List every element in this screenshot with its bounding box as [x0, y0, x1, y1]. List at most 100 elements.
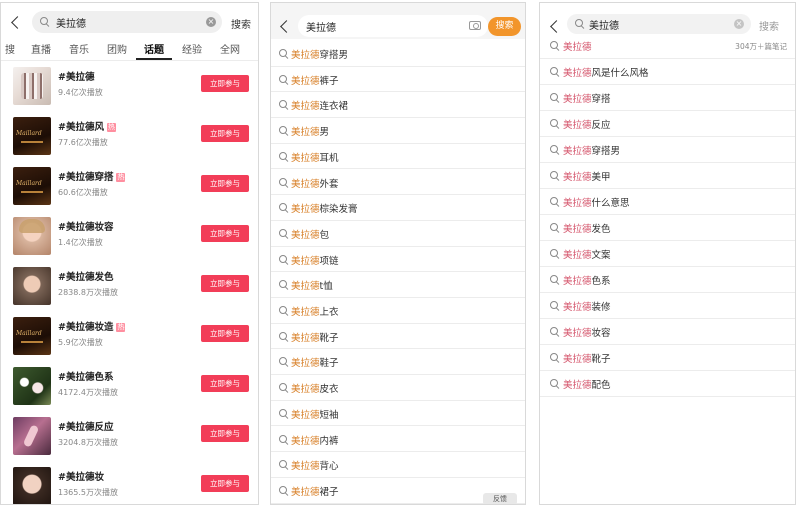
suggestion-keyword: 美拉德 [563, 68, 592, 79]
suggestion-text: 美拉德连衣裙 [291, 98, 348, 112]
search-icon [279, 126, 289, 136]
join-button[interactable]: 立即参与 [201, 125, 249, 142]
tab-experience[interactable]: 经验 [182, 41, 202, 56]
topic-row[interactable]: #美拉德 9.4亿次播放 立即参与 [1, 65, 258, 115]
search-button[interactable]: 搜索 [759, 18, 779, 33]
suggestion-item[interactable]: 美拉德穿搭男 [271, 41, 525, 67]
search-icon [550, 145, 560, 155]
suggestion-suffix: 棕染发膏 [319, 204, 358, 216]
search-button[interactable]: 搜索 [488, 17, 521, 36]
search-icon [550, 171, 560, 181]
topic-thumbnail [13, 267, 51, 305]
tab-search[interactable]: 搜 [5, 41, 15, 56]
camera-icon[interactable] [469, 21, 481, 30]
join-button[interactable]: 立即参与 [201, 175, 249, 192]
suggestion-keyword: 美拉德 [563, 328, 592, 339]
search-query: 美拉德 [56, 18, 86, 30]
suggestion-item[interactable]: 美拉德t恤 [271, 272, 525, 298]
tab-groupbuy[interactable]: 团购 [107, 41, 127, 56]
back-arrow-icon[interactable] [11, 16, 24, 29]
topic-row[interactable]: #美拉德反应 3204.8万次播放 立即参与 [1, 415, 258, 465]
search-icon [279, 100, 289, 110]
search-input[interactable]: 美拉德 [567, 14, 751, 34]
suggestion-item[interactable]: 美拉德靴子 [271, 324, 525, 350]
suggestion-text: 美拉德男 [291, 124, 329, 138]
suggestion-suffix: 穿搭男 [591, 146, 621, 157]
join-button[interactable]: 立即参与 [201, 375, 249, 392]
suggestion-item[interactable]: 美拉德风是什么风格 [540, 59, 795, 85]
clear-icon[interactable]: × [206, 17, 216, 27]
suggestion-item[interactable]: 美拉德色系 [540, 267, 795, 293]
suggestion-suffix: 装修 [591, 302, 611, 313]
suggestion-item[interactable]: 美拉德穿搭 [540, 85, 795, 111]
suggestion-item[interactable]: 美拉德美甲 [540, 163, 795, 189]
topic-name: #美拉德 [58, 72, 95, 83]
feedback-button[interactable]: 反馈 [483, 493, 517, 504]
suggestion-item[interactable]: 美拉德裤子 [271, 67, 525, 93]
suggestion-keyword: 美拉德 [563, 276, 592, 287]
topic-row[interactable]: #美拉德发色 2838.8万次播放 立即参与 [1, 265, 258, 315]
suggestion-keyword: 美拉德 [563, 146, 592, 157]
topic-row[interactable]: #美拉德妆 1365.5万次播放 立即参与 [1, 465, 258, 504]
tab-web[interactable]: 全网 [220, 41, 240, 56]
suggestion-item[interactable]: 美拉德内裤 [271, 427, 525, 453]
search-input[interactable]: 美拉德 [32, 11, 222, 33]
suggestion-item[interactable]: 美拉德妆容 [540, 319, 795, 345]
suggestion-item[interactable]: 美拉德反应 [540, 111, 795, 137]
suggestion-item[interactable]: 美拉德连衣裙 [271, 92, 525, 119]
suggestion-item[interactable]: 美拉德男 [271, 118, 525, 144]
search-icon [279, 74, 289, 85]
suggestion-suffix: 穿搭男 [319, 50, 349, 61]
suggestion-item[interactable]: 美拉德背心 [271, 452, 525, 478]
suggestion-text: 美拉德反应 [563, 117, 611, 131]
suggestion-keyword: 美拉德 [291, 204, 320, 216]
topic-thumbnail [13, 417, 51, 455]
search-button[interactable]: 搜索 [231, 16, 251, 31]
suggestion-text: 美拉德穿搭男 [563, 143, 620, 157]
suggestion-item[interactable]: 美拉德靴子 [540, 345, 795, 371]
join-button[interactable]: 立即参与 [201, 275, 249, 292]
tab-music[interactable]: 音乐 [69, 41, 89, 56]
search-icon [550, 249, 560, 259]
suggestion-item[interactable]: 美拉德 304万＋篇笔记 [540, 33, 795, 59]
suggestion-item[interactable]: 美拉德耳机 [271, 144, 525, 170]
suggestion-item[interactable]: 美拉德项链 [271, 247, 525, 273]
topic-row[interactable]: #美拉德妆容 1.4亿次播放 立即参与 [1, 215, 258, 265]
topic-row[interactable]: #美拉德风热 77.6亿次播放 立即参与 [1, 115, 258, 165]
suggestion-suffix: 短袖 [319, 409, 339, 421]
topic-row[interactable]: #美拉德妆造热 5.9亿次播放 立即参与 [1, 315, 258, 365]
suggestion-item[interactable]: 美拉德棕染发膏 [271, 195, 525, 221]
suggestion-item[interactable]: 美拉德穿搭男 [540, 137, 795, 163]
topic-row[interactable]: #美拉德色系 4172.4万次播放 立即参与 [1, 365, 258, 415]
tab-live[interactable]: 直播 [31, 41, 51, 56]
suggestion-item[interactable]: 美拉德皮衣 [271, 375, 525, 401]
hot-badge: 热 [116, 173, 126, 182]
join-button[interactable]: 立即参与 [201, 75, 249, 92]
suggestion-item[interactable]: 美拉德短袖 [271, 401, 525, 427]
suggestion-keyword: 美拉德 [563, 172, 592, 183]
search-icon [575, 19, 585, 29]
suggestion-item[interactable]: 美拉德鞋子 [271, 349, 525, 376]
suggestion-item[interactable]: 美拉德什么意思 [540, 189, 795, 215]
suggestion-item[interactable]: 美拉德文案 [540, 241, 795, 267]
tab-topics[interactable]: 话题 [144, 41, 164, 56]
hot-badge: 热 [106, 123, 116, 132]
suggestion-item[interactable]: 美拉德配色 [540, 371, 795, 397]
join-button[interactable]: 立即参与 [201, 425, 249, 442]
join-button[interactable]: 立即参与 [201, 475, 249, 492]
clear-icon[interactable]: × [734, 19, 744, 29]
suggestion-suffix: t恤 [319, 281, 333, 293]
join-button[interactable]: 立即参与 [201, 325, 249, 342]
suggestion-keyword: 美拉德 [291, 435, 320, 447]
suggestion-text: 美拉德 [563, 39, 592, 53]
suggestion-item[interactable]: 美拉德装修 [540, 293, 795, 319]
back-arrow-icon[interactable] [550, 20, 563, 33]
suggestion-item[interactable]: 美拉德上衣 [271, 298, 525, 324]
suggestion-item[interactable]: 美拉德包 [271, 221, 525, 247]
suggestion-item[interactable]: 美拉德发色 [540, 215, 795, 241]
topic-row[interactable]: #美拉德穿搭热 60.6亿次播放 立即参与 [1, 165, 258, 215]
suggestion-item[interactable]: 美拉德外套 [271, 170, 525, 196]
search-query: 美拉德 [306, 22, 336, 34]
join-button[interactable]: 立即参与 [201, 225, 249, 242]
search-input[interactable]: 美拉德 [298, 15, 488, 37]
